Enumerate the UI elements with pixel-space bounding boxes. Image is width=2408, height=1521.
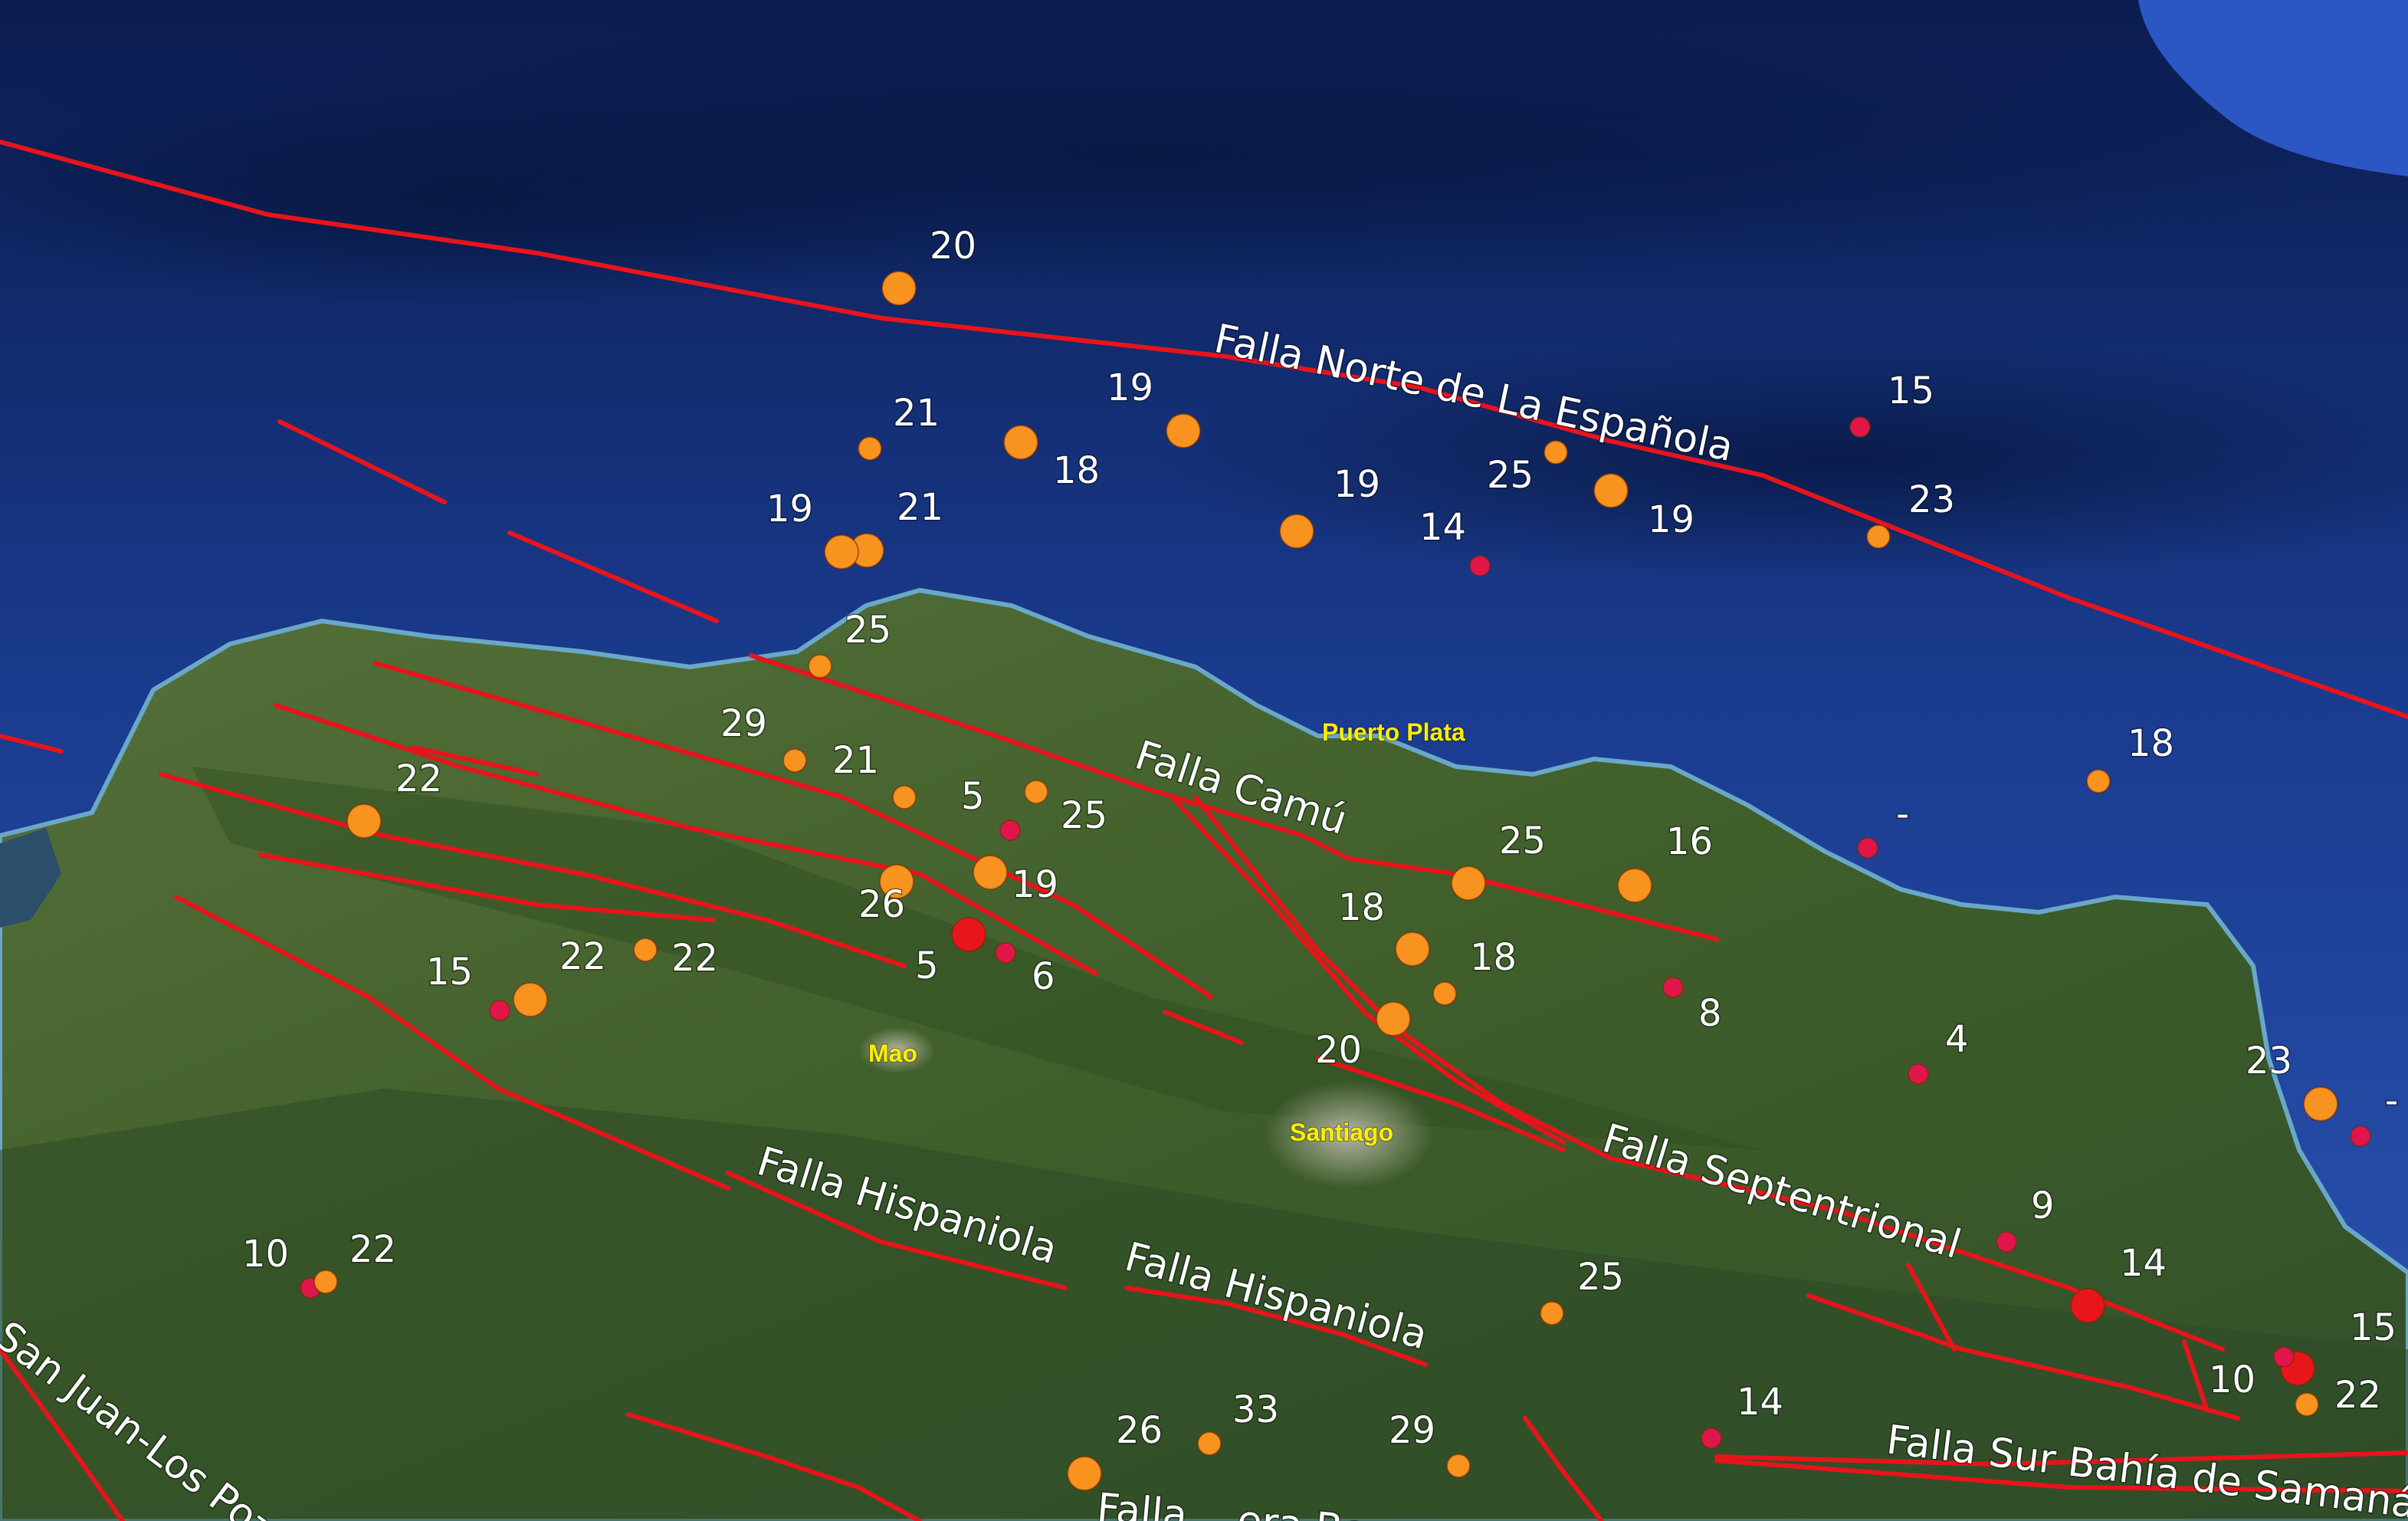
earthquake-marker[interactable] [858, 436, 882, 461]
earthquake-depth-label: 15 [426, 951, 473, 994]
earthquake-depth-label: 21 [897, 486, 943, 529]
earthquake-depth-label: 19 [1334, 463, 1380, 506]
earthquake-depth-label: 15 [1888, 370, 1934, 412]
earthquake-depth-label: - [2385, 1079, 2398, 1122]
earthquake-depth-label: 18 [1338, 886, 1385, 929]
earthquake-marker[interactable] [2086, 769, 2111, 793]
earthquake-depth-label: 15 [2350, 1306, 2397, 1349]
earthquake-depth-label: 23 [2246, 1040, 2292, 1082]
earthquake-marker[interactable] [2350, 1125, 2371, 1147]
earthquake-depth-label: 29 [1389, 1409, 1435, 1452]
earthquake-marker[interactable] [1395, 931, 1430, 967]
earthquake-marker[interactable] [1432, 981, 1457, 1006]
earthquake-marker[interactable] [782, 748, 807, 773]
earthquake-depth-label: 25 [845, 609, 891, 652]
earthquake-marker[interactable] [2273, 1346, 2295, 1368]
earthquake-depth-label: 18 [2128, 722, 2174, 765]
earthquake-depth-label: 14 [1737, 1381, 1783, 1424]
earthquake-depth-label: 22 [349, 1228, 396, 1271]
earthquake-marker[interactable] [2303, 1086, 2338, 1122]
earthquake-depth-label: 26 [858, 883, 905, 926]
earthquake-depth-label: 19 [1648, 498, 1694, 541]
earthquake-depth-label: 26 [1116, 1409, 1163, 1452]
city-label-santiago: Santiago [1290, 1119, 1393, 1146]
earthquake-marker[interactable] [1376, 1001, 1411, 1036]
earthquake-marker[interactable] [1279, 514, 1314, 549]
earthquake-depth-label: 19 [1012, 863, 1058, 906]
earthquake-depth-label: 25 [1061, 794, 1107, 837]
city-label-puerto-plata: Puerto Plata [1322, 718, 1465, 746]
earthquake-marker[interactable] [995, 942, 1016, 964]
earthquake-marker[interactable] [489, 1000, 510, 1021]
earthquake-depth-label: 5 [915, 944, 939, 987]
earthquake-marker[interactable] [1849, 416, 1871, 438]
earthquake-marker[interactable] [313, 1270, 338, 1294]
earthquake-depth-label: 9 [2031, 1184, 2055, 1227]
earthquake-marker[interactable] [1469, 555, 1491, 577]
seismic-fault-map: 2021181919211925191415232529215 252219265… [0, 0, 2408, 1521]
earthquake-marker[interactable] [1662, 977, 1684, 998]
earthquake-marker[interactable] [2070, 1288, 2105, 1323]
earthquake-marker[interactable] [1446, 1454, 1471, 1478]
earthquake-depth-label: 19 [766, 488, 813, 531]
earthquake-depth-label: 22 [671, 937, 718, 980]
earthquake-marker[interactable] [1166, 413, 1201, 448]
earthquake-depth-label: 6 [1032, 955, 1055, 998]
earthquake-depth-label: 8 [1698, 992, 1722, 1035]
earthquake-depth-label: 18 [1470, 936, 1517, 979]
earthquake-marker[interactable] [824, 534, 859, 570]
earthquake-depth-label: 22 [2334, 1374, 2381, 1417]
earthquake-marker[interactable] [1544, 440, 1568, 465]
earthquake-depth-label: 21 [893, 392, 940, 435]
earthquake-depth-label: 22 [395, 757, 442, 800]
earthquake-depth-label: 21 [832, 739, 879, 782]
earthquake-marker[interactable] [881, 271, 917, 306]
earthquake-marker[interactable] [1067, 1456, 1102, 1491]
earthquake-marker[interactable] [999, 820, 1021, 841]
city-label-mao: Mao [868, 1040, 917, 1067]
earthquake-depth-label: 23 [1908, 478, 1955, 521]
earthquake-depth-label: 20 [930, 225, 976, 268]
earthquake-marker[interactable] [1866, 524, 1891, 549]
earthquake-marker[interactable] [2295, 1392, 2319, 1417]
earthquake-marker[interactable] [513, 982, 548, 1017]
earthquake-marker[interactable] [1701, 1427, 1722, 1449]
earthquake-depth-label: 10 [2209, 1358, 2255, 1401]
earthquake-marker[interactable] [1540, 1301, 1564, 1326]
earthquake-depth-label: 14 [2120, 1242, 2167, 1285]
earthquake-marker[interactable] [973, 855, 1008, 890]
earthquake-marker[interactable] [1857, 837, 1878, 859]
earthquake-marker[interactable] [1451, 866, 1486, 901]
earthquake-marker[interactable] [346, 803, 382, 839]
earthquake-marker[interactable] [1593, 473, 1629, 508]
earthquake-depth-label: 10 [242, 1233, 289, 1276]
earthquake-marker[interactable] [1197, 1431, 1222, 1456]
earthquake-depth-label: 14 [1419, 506, 1466, 549]
earthquake-depth-label: - [1896, 793, 1909, 836]
earthquake-depth-label: 33 [1232, 1388, 1279, 1431]
earthquake-depth-label: 19 [1107, 366, 1153, 409]
earthquake-marker[interactable] [808, 654, 832, 678]
earthquake-marker[interactable] [1996, 1231, 2017, 1253]
earthquake-marker[interactable] [951, 917, 986, 952]
earthquake-depth-label: 18 [1053, 449, 1100, 492]
earthquake-depth-label: 25 [1487, 454, 1534, 497]
earthquake-depth-label: 25 [1499, 820, 1546, 862]
earthquake-depth-label: 20 [1315, 1029, 1362, 1072]
earthquake-marker[interactable] [1617, 868, 1652, 903]
earthquake-marker[interactable] [633, 938, 658, 962]
earthquake-depth-label: 5 [961, 775, 985, 818]
earthquake-marker[interactable] [1024, 780, 1048, 804]
earthquake-depth-label: 22 [559, 935, 606, 978]
earthquake-depth-label: 25 [1577, 1256, 1624, 1299]
earthquake-marker[interactable] [1908, 1063, 1929, 1085]
earthquake-depth-label: 29 [720, 702, 767, 745]
earthquake-depth-label: 16 [1666, 820, 1713, 863]
earthquake-marker[interactable] [1003, 425, 1038, 460]
earthquake-depth-label: 4 [1945, 1018, 1969, 1061]
earthquake-marker[interactable] [892, 785, 917, 810]
